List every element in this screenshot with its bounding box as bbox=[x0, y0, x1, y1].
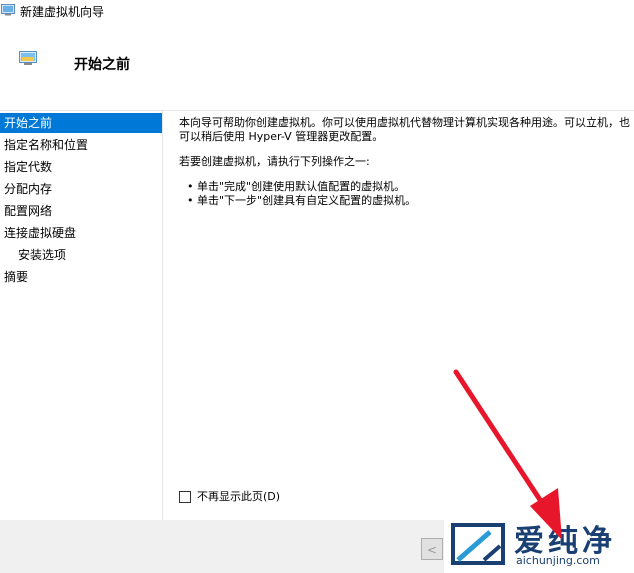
dont-show-again-checkbox[interactable] bbox=[179, 491, 191, 503]
sidebar-item-virtual-disk[interactable]: 连接虚拟硬盘 bbox=[0, 223, 162, 243]
virtual-machine-icon bbox=[19, 51, 37, 65]
intro-text: 本向导可帮助你创建虚拟机。你可以使用虚拟机代替物理计算机实现各种用途。可以立机，… bbox=[179, 116, 630, 143]
options-list: • 单击"完成"创建使用默认值配置的虚拟机。 • 单击"下一步"创建具有自定义配… bbox=[187, 180, 416, 208]
dont-show-again-row[interactable]: 不再显示此页(D) bbox=[179, 488, 280, 504]
sidebar-item-name-location[interactable]: 指定名称和位置 bbox=[0, 135, 162, 155]
page-title: 开始之前 bbox=[74, 57, 130, 73]
previous-button[interactable]: < bbox=[421, 538, 443, 560]
wizard-content: 本向导可帮助你创建虚拟机。你可以使用虚拟机代替物理计算机实现各种用途。可以立机，… bbox=[163, 111, 634, 520]
virtual-machine-icon bbox=[1, 4, 15, 16]
watermark: 爱纯净 aichunjing.com bbox=[444, 514, 634, 573]
list-item: • 单击"下一步"创建具有自定义配置的虚拟机。 bbox=[187, 194, 417, 207]
sidebar-item-install-options[interactable]: 安装选项 bbox=[0, 245, 162, 265]
dont-show-again-label: 不再显示此页(D) bbox=[197, 490, 281, 503]
sidebar-item-generation[interactable]: 指定代数 bbox=[0, 157, 162, 177]
title-bar: 新建虚拟机向导 bbox=[0, 0, 634, 24]
watermark-logo-icon bbox=[451, 523, 505, 565]
instruction-text: 若要创建虚拟机，请执行下列操作之一: bbox=[179, 155, 370, 168]
wizard-header: 开始之前 bbox=[0, 24, 634, 111]
wizard-steps-sidebar: 开始之前 指定名称和位置 指定代数 分配内存 配置网络 连接虚拟硬盘 安装选项 … bbox=[0, 111, 163, 520]
sidebar-item-summary[interactable]: 摘要 bbox=[0, 267, 162, 287]
window-title: 新建虚拟机向导 bbox=[20, 5, 105, 19]
watermark-url: aichunjing.com bbox=[516, 554, 600, 567]
list-item: • 单击"完成"创建使用默认值配置的虚拟机。 bbox=[187, 180, 406, 193]
sidebar-item-memory[interactable]: 分配内存 bbox=[0, 179, 162, 199]
sidebar-item-networking[interactable]: 配置网络 bbox=[0, 201, 162, 221]
sidebar-item-before-you-begin[interactable]: 开始之前 bbox=[0, 113, 162, 133]
